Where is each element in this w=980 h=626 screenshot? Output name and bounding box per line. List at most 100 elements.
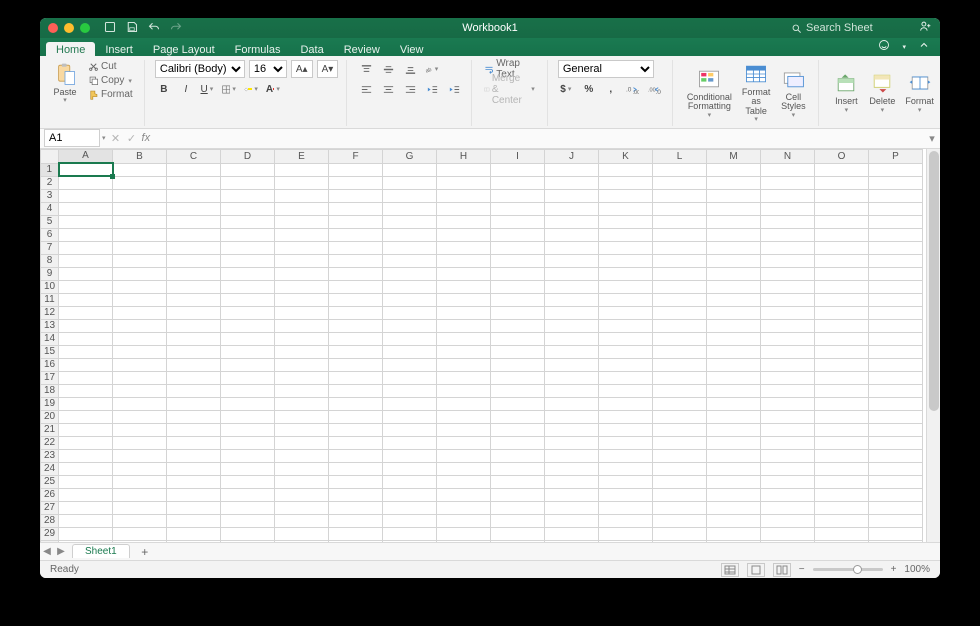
- zoom-slider[interactable]: [813, 568, 883, 571]
- cell[interactable]: [491, 228, 545, 241]
- cell[interactable]: [167, 540, 221, 542]
- cell[interactable]: [491, 319, 545, 332]
- cell[interactable]: [113, 241, 167, 254]
- cell[interactable]: [329, 488, 383, 501]
- cell[interactable]: [275, 332, 329, 345]
- cell[interactable]: [221, 332, 275, 345]
- cell[interactable]: [59, 241, 113, 254]
- cell[interactable]: [707, 371, 761, 384]
- row-header[interactable]: 14: [41, 332, 59, 345]
- cell[interactable]: [491, 189, 545, 202]
- cell[interactable]: [599, 358, 653, 371]
- comma-button[interactable]: ,: [602, 80, 620, 98]
- cell[interactable]: [545, 163, 599, 176]
- cell[interactable]: [545, 449, 599, 462]
- cell[interactable]: [761, 332, 815, 345]
- cell[interactable]: [707, 189, 761, 202]
- cell[interactable]: [221, 202, 275, 215]
- format-cells-button[interactable]: Format▾: [901, 60, 938, 126]
- cell[interactable]: [599, 280, 653, 293]
- cell[interactable]: [815, 176, 869, 189]
- cell[interactable]: [383, 540, 437, 542]
- cell[interactable]: [815, 423, 869, 436]
- row-header[interactable]: 8: [41, 254, 59, 267]
- fill-color-button[interactable]: ▾: [243, 80, 261, 98]
- cell[interactable]: [167, 254, 221, 267]
- row-header[interactable]: 25: [41, 475, 59, 488]
- cell[interactable]: [59, 189, 113, 202]
- cell[interactable]: [869, 202, 923, 215]
- cell[interactable]: [653, 501, 707, 514]
- cell[interactable]: [545, 215, 599, 228]
- row-header[interactable]: 12: [41, 306, 59, 319]
- cell[interactable]: [167, 514, 221, 527]
- cell[interactable]: [599, 306, 653, 319]
- align-top-button[interactable]: [357, 60, 375, 78]
- cell[interactable]: [167, 267, 221, 280]
- cell[interactable]: [599, 254, 653, 267]
- cell[interactable]: [383, 254, 437, 267]
- cell[interactable]: [275, 423, 329, 436]
- cell[interactable]: [761, 540, 815, 542]
- cell[interactable]: [653, 514, 707, 527]
- align-bottom-button[interactable]: [401, 60, 419, 78]
- conditional-formatting-button[interactable]: Conditional Formatting▾: [683, 60, 736, 126]
- cell[interactable]: [59, 215, 113, 228]
- row-header[interactable]: 27: [41, 501, 59, 514]
- cell-styles-button[interactable]: Cell Styles▾: [776, 60, 810, 126]
- cell[interactable]: [221, 501, 275, 514]
- cell[interactable]: [437, 163, 491, 176]
- cell[interactable]: [59, 475, 113, 488]
- row-header[interactable]: 17: [41, 371, 59, 384]
- column-header[interactable]: E: [275, 149, 329, 163]
- cell[interactable]: [707, 527, 761, 540]
- cell[interactable]: [491, 501, 545, 514]
- cell[interactable]: [491, 254, 545, 267]
- cell[interactable]: [815, 345, 869, 358]
- row-header[interactable]: 23: [41, 449, 59, 462]
- cell[interactable]: [869, 280, 923, 293]
- decrease-decimal-button[interactable]: .00.0: [646, 80, 664, 98]
- cell[interactable]: [221, 397, 275, 410]
- row-header[interactable]: 16: [41, 358, 59, 371]
- cell[interactable]: [707, 423, 761, 436]
- cell[interactable]: [869, 501, 923, 514]
- cell[interactable]: [599, 527, 653, 540]
- cell[interactable]: [59, 319, 113, 332]
- cell[interactable]: [275, 176, 329, 189]
- cell[interactable]: [707, 488, 761, 501]
- cell[interactable]: [545, 176, 599, 189]
- row-header[interactable]: 6: [41, 228, 59, 241]
- cell[interactable]: [59, 293, 113, 306]
- cell[interactable]: [869, 462, 923, 475]
- cell[interactable]: [599, 449, 653, 462]
- cell[interactable]: [437, 241, 491, 254]
- cell[interactable]: [545, 540, 599, 542]
- row-header[interactable]: 13: [41, 319, 59, 332]
- cell[interactable]: [491, 306, 545, 319]
- cell[interactable]: [275, 397, 329, 410]
- sheet-tab-sheet1[interactable]: Sheet1: [72, 544, 130, 558]
- cell[interactable]: [59, 267, 113, 280]
- cell[interactable]: [437, 540, 491, 542]
- cell[interactable]: [329, 254, 383, 267]
- italic-button[interactable]: I: [177, 80, 195, 98]
- feedback-dropdown[interactable]: ▾: [900, 43, 908, 51]
- format-as-table-button[interactable]: Format as Table▾: [738, 60, 775, 126]
- cell[interactable]: [815, 254, 869, 267]
- cell[interactable]: [869, 527, 923, 540]
- cell[interactable]: [221, 488, 275, 501]
- save-icon[interactable]: [126, 21, 138, 36]
- cell[interactable]: [653, 215, 707, 228]
- cell[interactable]: [437, 449, 491, 462]
- cell[interactable]: [383, 293, 437, 306]
- cell[interactable]: [491, 475, 545, 488]
- cell[interactable]: [221, 293, 275, 306]
- cell[interactable]: [437, 293, 491, 306]
- column-header[interactable]: M: [707, 149, 761, 163]
- cell[interactable]: [815, 410, 869, 423]
- cell[interactable]: [545, 527, 599, 540]
- cell[interactable]: [707, 332, 761, 345]
- cell[interactable]: [707, 176, 761, 189]
- cell[interactable]: [167, 319, 221, 332]
